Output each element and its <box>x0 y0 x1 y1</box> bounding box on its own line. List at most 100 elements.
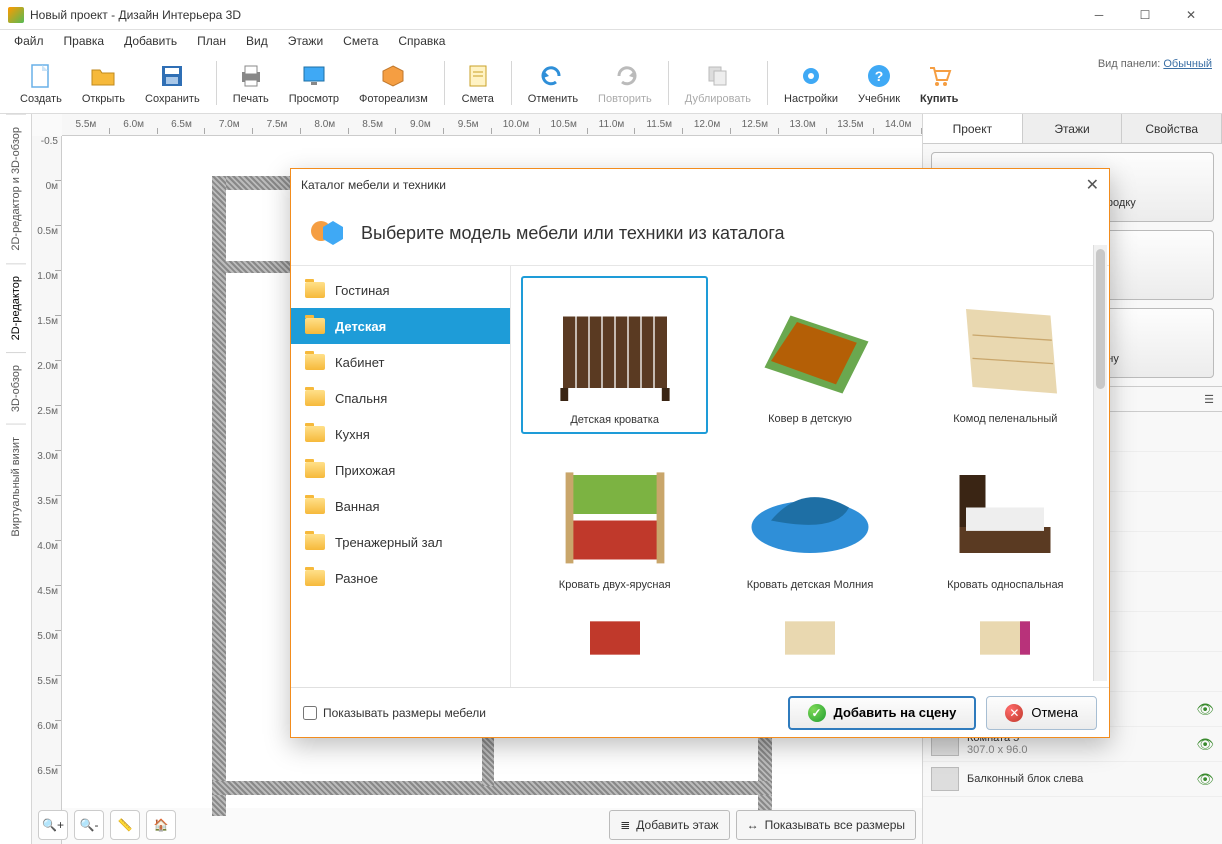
item-label: Детская кроватка <box>529 414 700 426</box>
buy-button[interactable]: Купить <box>910 59 968 107</box>
duplicate-icon <box>703 61 733 91</box>
gallery-item[interactable]: Кровать двух-ярусная <box>521 442 708 598</box>
item-thumbnail <box>919 613 1092 663</box>
item-label: Комод пеленальный <box>919 413 1092 425</box>
add-floor-button[interactable]: ≣Добавить этаж <box>609 810 729 840</box>
gallery-item[interactable]: Кровать односпальная <box>912 442 1099 598</box>
tab-2d3d[interactable]: 2D-редактор и 3D-обзор <box>6 114 26 263</box>
dialog-close-button[interactable]: ✕ <box>1086 175 1099 195</box>
category-item[interactable]: Кухня <box>291 416 510 452</box>
save-icon <box>157 61 187 91</box>
tab-floors[interactable]: Этажи <box>1023 114 1123 143</box>
menu-floors[interactable]: Этажи <box>280 32 331 50</box>
save-button[interactable]: Сохранить <box>135 59 210 107</box>
undo-button[interactable]: Отменить <box>518 59 588 107</box>
eye-icon[interactable]: 👁 <box>1196 736 1214 753</box>
category-list: ГостинаяДетскаяКабинетСпальняКухняПрихож… <box>291 266 511 687</box>
preview-button[interactable]: Просмотр <box>279 59 349 107</box>
item-gallery: Детская кроватка Ковер в детскую Комод пел… <box>511 266 1109 687</box>
panel-mode-link[interactable]: Обычный <box>1163 58 1212 70</box>
folder-open-icon <box>88 61 118 91</box>
undo-icon <box>538 61 568 91</box>
list-item[interactable]: Балконный блок слева👁 <box>923 762 1222 797</box>
ruler-tick: 7.5м <box>253 114 301 135</box>
eye-icon[interactable]: 👁 <box>1196 701 1214 718</box>
ruler-tick: 13.5м <box>827 114 875 135</box>
gallery-item[interactable]: Ковер в детскую <box>716 276 903 434</box>
settings-button[interactable]: Настройки <box>774 59 848 107</box>
gear-icon <box>796 61 826 91</box>
maximize-button[interactable]: ☐ <box>1122 0 1168 30</box>
dialog-heading: Выберите модель мебели или техники из ка… <box>361 223 785 244</box>
gallery-item[interactable] <box>912 606 1099 670</box>
category-item[interactable]: Спальня <box>291 380 510 416</box>
gallery-item[interactable] <box>521 606 708 670</box>
menu-add[interactable]: Добавить <box>116 32 185 50</box>
tab-3d[interactable]: 3D-обзор <box>6 352 26 424</box>
cancel-button[interactable]: ✕Отмена <box>986 696 1097 730</box>
open-button[interactable]: Открыть <box>72 59 135 107</box>
list-view-icon[interactable]: ☰ <box>1204 393 1214 406</box>
ruler-tick: 10.0м <box>492 114 540 135</box>
ruler-tick: 12.5м <box>731 114 779 135</box>
tab-virtual[interactable]: Виртуальный визит <box>6 424 26 549</box>
menu-bar: Файл Правка Добавить План Вид Этажи Смет… <box>0 30 1222 52</box>
tab-2d[interactable]: 2D-редактор <box>6 263 26 352</box>
ruler-tick: 5.0м <box>32 631 61 676</box>
menu-view[interactable]: Вид <box>238 32 276 50</box>
menu-edit[interactable]: Правка <box>56 32 113 50</box>
measure-button[interactable]: 📏 <box>110 810 140 840</box>
menu-estimate[interactable]: Смета <box>335 32 386 50</box>
ruler-tick: 8.5м <box>349 114 397 135</box>
print-button[interactable]: Печать <box>223 59 279 107</box>
category-item[interactable]: Детская <box>291 308 510 344</box>
dialog-header: Выберите модель мебели или техники из ка… <box>291 201 1109 266</box>
category-item[interactable]: Разное <box>291 560 510 596</box>
show-dims-button[interactable]: ↔Показывать все размеры <box>736 810 916 840</box>
zoom-in-button[interactable]: 🔍+ <box>38 810 68 840</box>
cancel-icon: ✕ <box>1005 704 1023 722</box>
ruler-tick: 6.0м <box>32 721 61 766</box>
minimize-button[interactable]: ─ <box>1076 0 1122 30</box>
dialog-titlebar: Каталог мебели и техники ✕ <box>291 169 1109 201</box>
estimate-button[interactable]: Смета <box>451 59 505 107</box>
create-button[interactable]: Создать <box>10 59 72 107</box>
redo-button[interactable]: Повторить <box>588 59 662 107</box>
view-controls: 🔍+ 🔍- 📏 🏠 <box>38 810 176 840</box>
category-item[interactable]: Тренажерный зал <box>291 524 510 560</box>
ruler-vertical: -0.50м0.5м1.0м1.5м2.0м2.5м3.0м3.5м4.0м4.… <box>32 136 62 844</box>
add-to-scene-button[interactable]: ✓Добавить на сцену <box>788 696 977 730</box>
ruler-tick: 0.5м <box>32 226 61 271</box>
gallery-item[interactable] <box>716 606 903 670</box>
eye-icon[interactable]: 👁 <box>1196 771 1214 788</box>
ruler-tick: 12.0м <box>683 114 731 135</box>
catalog-icon <box>307 213 347 253</box>
category-item[interactable]: Гостиная <box>291 272 510 308</box>
home-button[interactable]: 🏠 <box>146 810 176 840</box>
category-item[interactable]: Прихожая <box>291 452 510 488</box>
tab-properties[interactable]: Свойства <box>1122 114 1222 143</box>
show-sizes-checkbox[interactable]: Показывать размеры мебели <box>303 706 486 720</box>
menu-file[interactable]: Файл <box>6 32 52 50</box>
app-icon <box>8 7 24 23</box>
menu-plan[interactable]: План <box>189 32 234 50</box>
photoreal-button[interactable]: Фотореализм <box>349 59 438 107</box>
category-item[interactable]: Ванная <box>291 488 510 524</box>
gallery-item[interactable]: Комод пеленальный <box>912 276 1099 434</box>
close-button[interactable]: ✕ <box>1168 0 1214 30</box>
gallery-scrollbar[interactable] <box>1093 266 1107 681</box>
dimensions-icon: ↔ <box>747 818 759 832</box>
ruler-tick: 11.5м <box>635 114 683 135</box>
notepad-icon <box>463 61 493 91</box>
menu-help[interactable]: Справка <box>390 32 453 50</box>
tab-project[interactable]: Проект <box>923 114 1023 143</box>
zoom-out-button[interactable]: 🔍- <box>74 810 104 840</box>
category-item[interactable]: Кабинет <box>291 344 510 380</box>
gallery-item[interactable]: Кровать детская Молния <box>716 442 903 598</box>
ruler-tick: 3.0м <box>32 451 61 496</box>
item-thumbnail <box>723 449 896 579</box>
tutorial-button[interactable]: ?Учебник <box>848 59 910 107</box>
gallery-item[interactable]: Детская кроватка <box>521 276 708 434</box>
file-new-icon <box>26 61 56 91</box>
duplicate-button[interactable]: Дублировать <box>675 59 761 107</box>
